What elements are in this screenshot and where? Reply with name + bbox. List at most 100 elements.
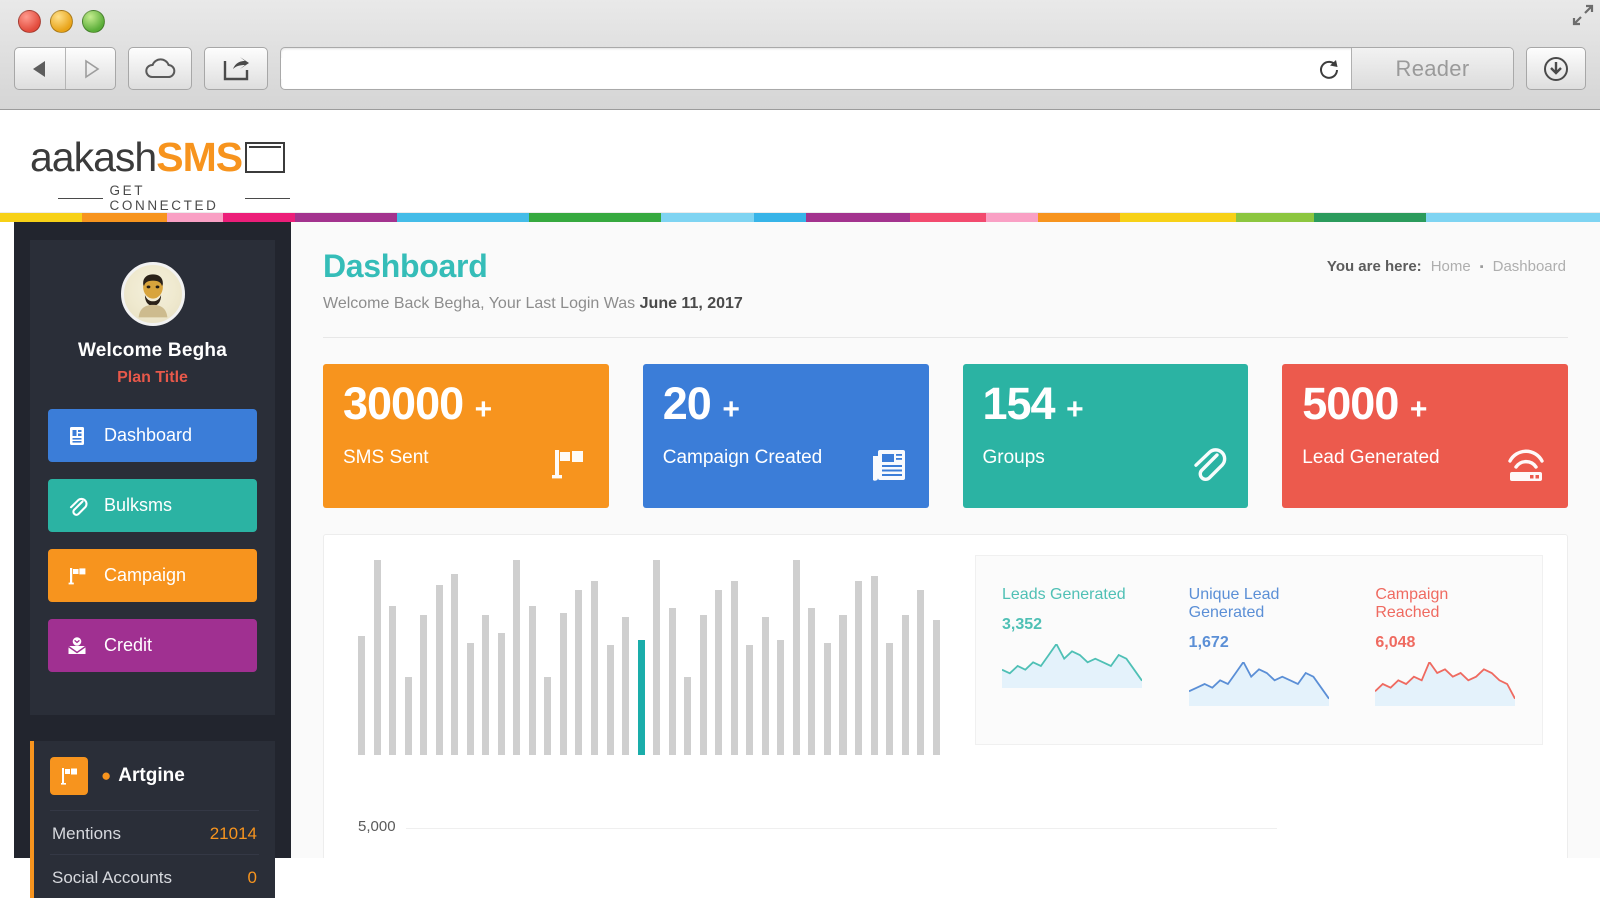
logo-primary-text: aakash	[30, 134, 157, 180]
color-strip-segment-8	[754, 213, 806, 222]
bar-chart-bar[interactable]	[513, 560, 521, 755]
bar-chart-bar[interactable]	[544, 677, 552, 755]
bar-chart-bar[interactable]	[715, 590, 723, 755]
paperclip-icon	[66, 495, 88, 517]
sparkline-list: Leads Generated 3,352 Unique Lead Generate…	[976, 556, 1542, 711]
bar-chart-bar[interactable]	[746, 645, 754, 755]
bar-chart-bar[interactable]	[528, 606, 536, 755]
bar-chart-bar[interactable]	[917, 590, 925, 755]
stat-card-plus: +	[474, 393, 493, 426]
chart-panel: 5,000 Leads Generated 3,352 Unique Lead Ge…	[323, 534, 1568, 858]
sidebar-item-label: Campaign	[104, 565, 187, 585]
bar-chart-bar[interactable]	[575, 590, 583, 755]
stat-card-number: 154 +	[982, 378, 1084, 429]
bar-chart-bar[interactable]	[684, 677, 692, 755]
stat-card-groups[interactable]: 154 + Groups	[962, 364, 1249, 508]
download-icon	[1544, 56, 1568, 81]
breadcrumb-current: Dashboard	[1492, 258, 1566, 275]
bar-chart-bar[interactable]	[373, 560, 381, 755]
color-strip-segment-7	[661, 213, 754, 222]
bar-chart-bar[interactable]	[606, 645, 614, 755]
color-strip-segment-1	[82, 213, 167, 222]
subtitle-prefix: Welcome Back Begha, Your Last Login Was	[323, 295, 636, 312]
bar-chart-bar[interactable]	[886, 643, 894, 755]
sidebar-item-campaign[interactable]: Campaign	[48, 549, 257, 602]
bar-chart-bar[interactable]	[497, 633, 505, 755]
bar-chart-bar[interactable]	[761, 617, 769, 755]
widget-row-key: Mentions	[52, 824, 121, 843]
widget-title: Artgine	[118, 765, 185, 786]
color-strip-segment-15	[1314, 213, 1426, 222]
bar-chart-bar[interactable]	[808, 608, 816, 755]
reload-button[interactable]	[1309, 48, 1349, 89]
sidebar-item-label: Bulksms	[104, 495, 173, 515]
bar-chart-bar[interactable]	[466, 643, 474, 755]
minimize-window-button[interactable]	[50, 10, 73, 33]
stat-card-lead-generated[interactable]: 5000 + Lead Generated	[1282, 364, 1568, 508]
share-button[interactable]	[204, 47, 268, 90]
back-button[interactable]	[15, 48, 65, 89]
downloads-button[interactable]	[1526, 47, 1586, 90]
forward-button[interactable]	[65, 48, 115, 89]
resize-corner-icon[interactable]	[1570, 2, 1596, 28]
sparkline-label: Campaign Reached	[1375, 586, 1449, 621]
bar-chart-bar[interactable]	[699, 615, 707, 755]
bar-chart-bar[interactable]	[590, 581, 598, 755]
breadcrumb-separator-icon: ▪	[1479, 260, 1484, 273]
stat-card-campaign-created[interactable]: 20 + Campaign Created	[642, 364, 929, 508]
bar-chart-bar[interactable]	[358, 636, 366, 755]
breadcrumb: You are here: Home ▪ Dashboard	[1327, 258, 1566, 275]
bar-chart-bar[interactable]	[653, 560, 661, 755]
bar-chart-bar[interactable]	[901, 615, 909, 755]
reload-icon	[1320, 59, 1338, 79]
sparkline-value: 6,048	[1375, 634, 1416, 651]
maximize-window-button[interactable]	[82, 10, 105, 33]
address-bar[interactable]: Reader	[280, 47, 1514, 90]
bar-chart-bar[interactable]	[559, 613, 567, 755]
sidebar-widget-artgine: ● Artgine Mentions 21014 Social Accounts 0	[30, 741, 275, 898]
color-strip-segment-3	[223, 213, 295, 222]
bar-chart-bar[interactable]	[451, 574, 459, 755]
reader-button[interactable]: Reader	[1351, 48, 1513, 89]
sparkline-label: Leads Generated	[1002, 586, 1126, 603]
app-logo[interactable]: aakash SMS GET CONNECTED	[30, 134, 290, 213]
bar-chart-bar[interactable]	[823, 643, 831, 755]
chart-axis-tick-label: 5,000	[358, 818, 396, 835]
main-content: Dashboard Welcome Back Begha, Your Last …	[291, 222, 1600, 858]
icloud-button[interactable]	[128, 47, 192, 90]
browser-chrome: Reader	[0, 0, 1600, 110]
bar-chart-bar[interactable]	[855, 581, 863, 755]
bar-chart-bar[interactable]	[482, 615, 490, 755]
bar-chart-bar[interactable]	[777, 640, 785, 755]
page-header: Dashboard Welcome Back Begha, Your Last …	[291, 222, 1600, 313]
sidebar-item-dashboard[interactable]: Dashboard	[48, 409, 257, 462]
flag-icon	[50, 757, 88, 795]
stat-card-plus: +	[1066, 393, 1084, 426]
bar-chart-bar[interactable]	[637, 640, 645, 755]
bar-chart-bar[interactable]	[932, 620, 940, 755]
stat-card-sms-sent[interactable]: 30000 + SMS Sent	[323, 364, 609, 508]
sidebar-item-credit[interactable]: Credit	[48, 619, 257, 672]
newspaper-icon	[869, 445, 909, 490]
color-strip-segment-0	[0, 213, 82, 222]
bar-chart-bar[interactable]	[792, 560, 800, 755]
close-window-button[interactable]	[18, 10, 41, 33]
widget-row: Social Accounts 0	[50, 854, 259, 888]
bar-chart-bar[interactable]	[435, 585, 443, 755]
bar-chart-bar[interactable]	[420, 615, 428, 755]
bar-chart-bar[interactable]	[839, 615, 847, 755]
bar-chart-bar[interactable]	[622, 617, 630, 755]
bar-chart-bar[interactable]	[730, 581, 738, 755]
breadcrumb-home[interactable]: Home	[1431, 258, 1471, 275]
sidebar-profile-card: Welcome Begha Plan Title Dashboard Bulksm…	[30, 240, 275, 715]
bar-chart-bar[interactable]	[870, 576, 878, 755]
color-strip-segment-5	[397, 213, 529, 222]
color-strip	[0, 213, 1600, 222]
sidebar-avatar[interactable]	[120, 262, 185, 326]
bar-chart-bar[interactable]	[668, 608, 676, 755]
bar-chart-bar[interactable]	[404, 677, 412, 755]
sidebar-item-bulksms[interactable]: Bulksms	[48, 479, 257, 532]
bar-chart-bar[interactable]	[389, 606, 397, 755]
user-photo	[138, 274, 167, 318]
widget-row-value: 21014	[209, 824, 257, 843]
